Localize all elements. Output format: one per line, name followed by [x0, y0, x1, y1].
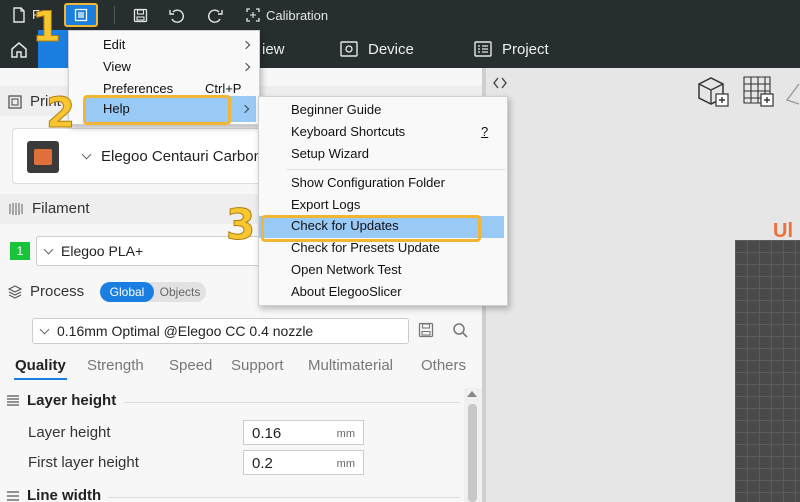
process-settings-tabs: Quality Strength Speed Support Multimate… — [0, 355, 482, 381]
home-icon — [11, 41, 27, 58]
process-title: Process — [30, 283, 85, 300]
collapse-sidebar-button[interactable] — [488, 72, 512, 94]
filament-title: Filament — [32, 200, 90, 217]
menu-item-edit[interactable]: Edit — [103, 34, 125, 56]
title-bar: F Calibration — [0, 0, 800, 30]
group-line-width-title: Line width — [27, 487, 102, 502]
layers-icon — [8, 284, 22, 299]
scroll-up-arrow[interactable] — [467, 391, 477, 397]
orient-icon[interactable] — [784, 80, 800, 109]
toolbar-divider — [114, 6, 115, 24]
layer-height-input[interactable]: 0.16 mm — [243, 420, 364, 445]
tab-project[interactable]: Project — [474, 30, 549, 68]
printer-icon — [8, 94, 22, 109]
build-plate[interactable] — [735, 240, 800, 502]
tab-project-label: Project — [502, 40, 549, 58]
active-tab-indicator — [14, 378, 67, 380]
device-icon — [340, 41, 358, 57]
project-icon — [474, 41, 492, 57]
keyboard-shortcut-hint: ? — [481, 124, 489, 139]
layer-height-label: Layer height — [28, 424, 111, 441]
process-section-title: Process — [8, 283, 84, 300]
menu-item-beginner-guide[interactable]: Beginner Guide — [291, 99, 381, 121]
step-3-annotation: 3 — [225, 200, 256, 249]
tab-others[interactable]: Others — [421, 357, 466, 374]
global-objects-toggle[interactable]: Global Objects — [100, 282, 206, 302]
filament-section-title: Filament — [8, 200, 90, 217]
menu-item-check-presets-update[interactable]: Check for Presets Update — [291, 237, 440, 259]
menu-item-about[interactable]: About ElegooSlicer — [291, 281, 402, 303]
menu-item-help[interactable]: Help — [103, 98, 130, 120]
filament-name: Elegoo PLA+ — [61, 243, 144, 259]
redo-icon[interactable] — [205, 3, 225, 27]
layer-height-value: 0.16 — [252, 425, 282, 442]
group-layer-height-title: Layer height — [27, 392, 117, 409]
step-2-annotation: 2 — [45, 88, 76, 137]
tab-device-label: Device — [368, 40, 414, 58]
tab-device[interactable]: Device — [340, 30, 414, 68]
collapse-arrows-icon — [493, 77, 507, 89]
menu-item-setup-wizard[interactable]: Setup Wizard — [291, 143, 369, 165]
printer-name: Elegoo Centauri Carbon — [101, 148, 262, 165]
first-layer-height-value: 0.2 — [252, 455, 273, 472]
menu-item-view[interactable]: View — [103, 56, 131, 78]
submenu-arrow-icon — [241, 40, 251, 50]
tab-quality[interactable]: Quality — [15, 357, 66, 374]
menu-item-export-logs[interactable]: Export Logs — [291, 194, 360, 216]
save-icon[interactable] — [130, 3, 150, 27]
undo-icon[interactable] — [167, 3, 187, 27]
tab-preview-label: iew — [262, 40, 285, 58]
add-object-icon[interactable] — [696, 74, 730, 111]
line-width-group-icon — [6, 490, 20, 502]
group-divider — [124, 402, 460, 403]
menu-item-open-network-test[interactable]: Open Network Test — [291, 259, 401, 281]
chevron-down-icon — [39, 324, 50, 335]
search-icon[interactable] — [452, 322, 468, 341]
chevron-down-icon — [81, 149, 92, 160]
chevron-down-icon — [43, 244, 54, 255]
printer-thumbnail — [27, 141, 59, 173]
filament-icon — [9, 202, 23, 215]
tab-multimaterial[interactable]: Multimaterial — [308, 357, 393, 374]
tab-strength[interactable]: Strength — [87, 357, 144, 374]
file-icon[interactable] — [10, 3, 28, 27]
sidebar-scrollbar-thumb[interactable] — [468, 404, 477, 502]
menu-item-check-for-updates[interactable]: Check for Updates — [291, 215, 399, 237]
menu-item-keyboard-shortcuts[interactable]: Keyboard Shortcuts — [291, 121, 405, 143]
layer-height-unit: mm — [336, 428, 355, 440]
group-divider — [108, 497, 460, 498]
submenu-arrow-icon — [241, 62, 251, 72]
build-plate-grid — [735, 240, 800, 502]
toggle-objects[interactable]: Objects — [154, 282, 206, 302]
calibration-label: Calibration — [266, 7, 329, 23]
layer-height-group-icon — [6, 394, 20, 411]
menu-separator — [287, 169, 505, 170]
calibration-button[interactable]: Calibration — [246, 4, 328, 26]
filament-index-badge: 1 — [10, 242, 30, 260]
first-layer-height-label: First layer height — [28, 454, 139, 471]
first-layer-height-input[interactable]: 0.2 mm — [243, 450, 364, 475]
toggle-global[interactable]: Global — [100, 282, 154, 302]
step-1-annotation: 1 — [31, 2, 62, 51]
menu-item-show-config-folder[interactable]: Show Configuration Folder — [291, 172, 445, 194]
tab-support[interactable]: Support — [231, 357, 284, 374]
tab-preview[interactable]: iew — [262, 30, 285, 68]
calibration-icon — [246, 8, 260, 22]
first-layer-height-unit: mm — [336, 458, 355, 470]
process-preset-selector[interactable]: 0.16mm Optimal @Elegoo CC 0.4 nozzle — [32, 318, 409, 344]
add-plate-icon[interactable] — [741, 74, 775, 111]
process-preset-name: 0.16mm Optimal @Elegoo CC 0.4 nozzle — [57, 323, 314, 339]
save-preset-icon[interactable] — [418, 322, 434, 341]
tab-speed[interactable]: Speed — [169, 357, 212, 374]
main-menu-button[interactable] — [64, 3, 98, 27]
